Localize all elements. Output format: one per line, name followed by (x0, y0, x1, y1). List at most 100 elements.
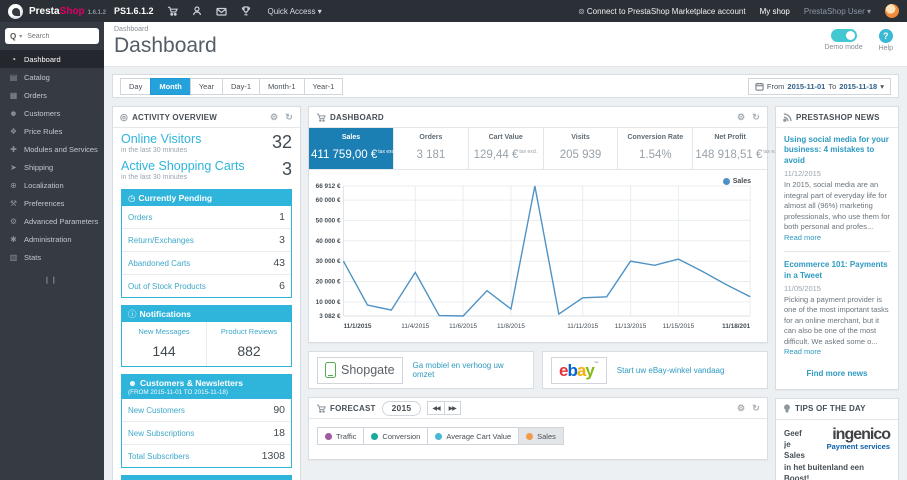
filter-day-1-button[interactable]: Day-1 (222, 77, 261, 95)
search-input[interactable] (25, 31, 94, 41)
out-of-stock-row[interactable]: Out of Stock Products 6 (122, 274, 291, 297)
sidebar-item-preferences[interactable]: ⚒ Preferences (0, 194, 104, 212)
panel-settings-icon[interactable]: ⚙ (737, 112, 745, 122)
trophy-icon[interactable] (241, 6, 251, 16)
sidebar-item-localization[interactable]: ⊕ Localization (0, 176, 104, 194)
search-scope-caret-icon[interactable]: ▾ (19, 33, 22, 40)
prestashop-admin: PrestaShop 1.6.1.2 PS1.6.1.2 Quick Access… (0, 0, 907, 480)
read-more-link[interactable]: Read more (784, 347, 821, 356)
svg-text:11/11/2015: 11/11/2015 (567, 323, 598, 330)
new-customers-row[interactable]: New Customers 90 (122, 399, 291, 421)
clock-icon: ◷ (128, 193, 136, 203)
forecast-traffic-button[interactable]: Traffic (317, 427, 365, 445)
pending-returns-row[interactable]: Return/Exchanges 3 (122, 228, 291, 251)
article-title[interactable]: Ecommerce 101: Payments in a Tweet (784, 260, 890, 281)
sidebar-search[interactable]: Q ▾ (5, 28, 99, 44)
date-range-picker[interactable]: From 2015-11-01 To 2015-11-18 ▾ (747, 77, 891, 95)
marketplace-icon: ⊚ (578, 6, 585, 16)
forecast-prev-button[interactable]: ◀◀ (427, 401, 445, 415)
user-icon[interactable] (192, 6, 202, 16)
sidebar-item-administration[interactable]: ✱ Administration (0, 230, 104, 248)
ebay-logo[interactable]: ebay™ (551, 356, 607, 384)
cart-icon[interactable] (167, 6, 179, 16)
panel-refresh-icon[interactable]: ↻ (752, 403, 760, 413)
panel-refresh-icon[interactable]: ↻ (285, 112, 293, 122)
svg-text:11/1/2015: 11/1/2015 (343, 323, 371, 330)
customers-icon: ☻ (9, 108, 18, 118)
orders-icon: ▦ (9, 90, 18, 100)
sidebar-item-price-rules[interactable]: ❖ Price Rules (0, 122, 104, 140)
svg-text:60 000 €: 60 000 € (316, 197, 341, 204)
read-more-link[interactable]: Read more (784, 233, 821, 242)
new-messages-cell[interactable]: New Messages 144 (122, 322, 206, 366)
shopgate-module-card: Shopgate Ga mobiel en verhoog uw omzet (308, 351, 534, 389)
user-avatar[interactable] (885, 4, 899, 18)
kpi-sales[interactable]: Sales 411 759,00 €tax excl. (309, 128, 397, 169)
mail-icon[interactable] (216, 7, 228, 16)
collapse-sidebar-icon[interactable]: ❙❙ (44, 276, 104, 284)
filter-year-button[interactable]: Year (189, 77, 223, 95)
page-title: Dashboard (114, 34, 217, 57)
pending-orders-row[interactable]: Orders 1 (122, 206, 291, 228)
forecast-conversion-button[interactable]: Conversion (363, 427, 429, 445)
svg-text:11/8/2015: 11/8/2015 (497, 323, 525, 330)
panel-refresh-icon[interactable]: ↻ (752, 112, 760, 122)
kpi-orders[interactable]: Orders 3 181 (393, 128, 468, 169)
module-promos: Shopgate Ga mobiel en verhoog uw omzet e… (308, 351, 768, 389)
filter-month-button[interactable]: Month (150, 77, 191, 95)
article-title[interactable]: Using social media for your business: 4 … (784, 135, 890, 166)
activity-overview-panel: ◎ ACTIVITY OVERVIEW ⚙ ↻ Online Visitors i… (112, 106, 301, 480)
filter-year-1-button[interactable]: Year-1 (303, 77, 344, 95)
sidebar-item-orders[interactable]: ▦ Orders (0, 86, 104, 104)
online-visitors-metric[interactable]: Online Visitors in the last 30 minutes 32 (113, 128, 300, 155)
kpi-conversion-rate[interactable]: Conversion Rate 1.54% (617, 128, 692, 169)
new-subscriptions-row[interactable]: New Subscriptions 18 (122, 421, 291, 444)
svg-text:20 000 €: 20 000 € (316, 278, 341, 285)
shopgate-logo[interactable]: Shopgate (317, 356, 403, 384)
forecast-sales-button[interactable]: Sales (518, 427, 564, 445)
demo-mode-toggle[interactable] (830, 29, 857, 42)
shipping-icon: ➤ (10, 162, 17, 172)
localization-icon: ⊕ (10, 180, 17, 190)
calendar-icon (755, 82, 764, 91)
kpi-cart-value[interactable]: Cart Value 129,44 €tax excl. (467, 128, 543, 169)
quick-access-menu[interactable]: Quick Access ▾ (267, 7, 321, 16)
find-more-news-link[interactable]: Find more news (784, 369, 890, 378)
active-carts-metric[interactable]: Active Shopping Carts in the last 30 minu… (113, 155, 300, 182)
sidebar-item-modules[interactable]: ✚ Modules and Services (0, 140, 104, 158)
topbar: PrestaShop 1.6.1.2 PS1.6.1.2 Quick Access… (0, 0, 907, 22)
breadcrumb[interactable]: Dashboard (114, 26, 897, 33)
filter-month-1-button[interactable]: Month-1 (259, 77, 305, 95)
ebay-link[interactable]: Start uw eBay-winkel vandaag (617, 366, 725, 375)
range-caret-icon: ▾ (880, 81, 884, 91)
svg-text:11/6/2015: 11/6/2015 (449, 323, 477, 330)
panel-settings-icon[interactable]: ⚙ (270, 112, 278, 122)
help-icon[interactable]: ? (878, 29, 893, 43)
filter-day-button[interactable]: Day (120, 77, 152, 95)
sales-chart: 66 912 € 60 000 € 50 000 € 40 000 € 30 000 €… (309, 170, 767, 342)
advanced-parameters-icon: ⚙ (9, 216, 18, 226)
product-reviews-cell[interactable]: Product Reviews 882 (206, 322, 291, 367)
shopgate-phone-icon (325, 362, 336, 378)
kpi-visits[interactable]: Visits 205 939 (542, 128, 618, 169)
forecast-avg-cart-button[interactable]: Average Cart Value (427, 427, 520, 445)
panel-settings-icon[interactable]: ⚙ (737, 403, 745, 413)
cart-icon (316, 404, 326, 413)
sidebar-item-catalog[interactable]: ▤ Catalog (0, 68, 104, 86)
sidebar-item-advanced-parameters[interactable]: ⚙ Advanced Parameters (0, 212, 104, 230)
help-control: ? Help (879, 29, 893, 52)
sidebar-item-dashboard[interactable]: ◔ Dashboard (0, 50, 104, 68)
forecast-next-button[interactable]: ▶▶ (443, 401, 461, 415)
abandoned-carts-row[interactable]: Abandoned Carts 43 (122, 251, 291, 274)
chart-legend[interactable]: Sales (722, 178, 751, 185)
sidebar-item-customers[interactable]: ☻ Customers (0, 104, 104, 122)
sidebar-item-shipping[interactable]: ➤ Shipping (0, 158, 104, 176)
kpi-net-profit[interactable]: Net Profit 148 918,51 €tax excl. (692, 128, 782, 169)
marketplace-link[interactable]: ⊚ Connect to PrestaShop Marketplace accou… (578, 7, 745, 16)
my-shop-link[interactable]: My shop (760, 7, 790, 16)
user-menu[interactable]: PrestaShop User ▾ (804, 7, 871, 16)
sidebar-item-stats[interactable]: ▥ Stats (0, 248, 104, 266)
total-subscribers-row[interactable]: Total Subscribers 1308 (122, 444, 291, 467)
svg-text:30 000 €: 30 000 € (316, 258, 341, 265)
shopgate-link[interactable]: Ga mobiel en verhoog uw omzet (413, 361, 525, 379)
